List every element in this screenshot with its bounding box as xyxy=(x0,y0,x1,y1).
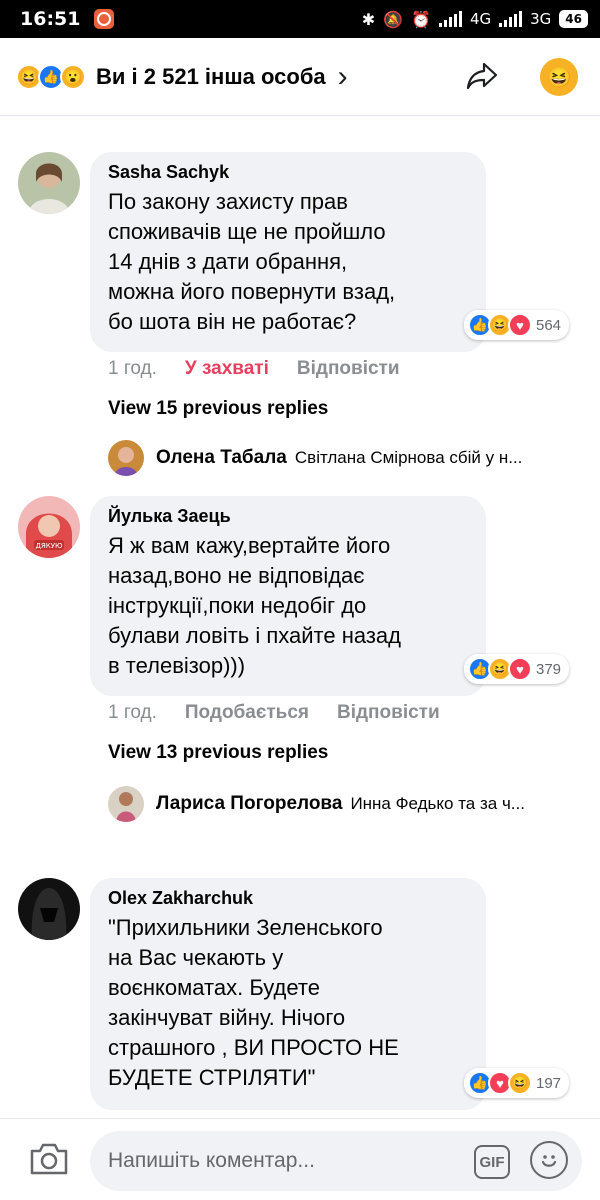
comment-time[interactable]: 1 год. xyxy=(108,358,157,380)
comment-actions: 1 год. У захваті Відповісти xyxy=(108,358,400,380)
latest-reply[interactable]: Олена Табала Світлана Смірнова сбій у н.… xyxy=(108,440,588,476)
sticker-icon[interactable] xyxy=(530,1141,568,1179)
gif-button[interactable]: GIF xyxy=(474,1145,510,1179)
love-icon: ♥ xyxy=(508,657,532,681)
comment-bubble[interactable]: Йулька Заець Я ж вам кажу,вертайте його … xyxy=(90,496,486,696)
status-indicators: ✱ 🔕 ⏰ 4G 3G 46 xyxy=(362,10,588,29)
comment-author[interactable]: Olex Zakharchuk xyxy=(108,888,468,909)
comment-text: По закону захисту прав споживачів ще не … xyxy=(108,189,396,334)
avatar-caption: ДЯКУЮ xyxy=(35,542,63,550)
react-button[interactable]: У захваті xyxy=(185,358,269,380)
avatar[interactable] xyxy=(18,152,80,214)
signal-icon xyxy=(438,11,462,27)
app-notification-icon xyxy=(94,9,115,29)
alarm-icon: ⏰ xyxy=(411,9,431,29)
bluetooth-icon: ✱ xyxy=(361,9,376,29)
comment-bubble[interactable]: Olex Zakharchuk "Прихильники Зеленського… xyxy=(90,878,486,1110)
comment-time[interactable]: 1 год. xyxy=(108,702,157,724)
reactions-header: 😆 👍 😮 Ви і 2 521 інша особа › 😆 xyxy=(0,38,600,116)
reply-button[interactable]: Відповісти xyxy=(297,358,400,380)
reaction-count-pill[interactable]: 👍 😆 ♥ 564 xyxy=(464,310,570,340)
avatar[interactable] xyxy=(18,878,80,940)
mute-icon: 🔕 xyxy=(383,9,404,29)
haha-react-button[interactable]: 😆 xyxy=(540,58,578,96)
reply-author[interactable]: Олена Табала xyxy=(156,447,287,469)
network-type-2: 3G xyxy=(530,10,552,28)
view-previous-replies[interactable]: View 15 previous replies xyxy=(108,398,328,420)
reply-avatar[interactable] xyxy=(108,440,144,476)
status-bar: 16:51 ✱ 🔕 ⏰ 4G 3G 46 xyxy=(0,0,600,38)
latest-reply[interactable]: Лариса Погорелова Инна Федько та за ч... xyxy=(108,786,588,822)
comment-actions: 1 год. Подобається Відповісти xyxy=(108,702,440,724)
love-icon: ♥ xyxy=(508,313,532,337)
reply-button[interactable]: Відповісти xyxy=(337,702,440,724)
battery-icon: 46 xyxy=(559,10,588,28)
comment-author[interactable]: Sasha Sachyk xyxy=(108,162,468,183)
reaction-count-pill[interactable]: 👍 ♥ 😆 197 xyxy=(464,1068,570,1098)
comment-text: "Прихильники Зеленського на Вас чекають … xyxy=(108,915,399,1090)
comment-text: Я ж вам кажу,вертайте його назад,воно не… xyxy=(108,533,402,678)
like-button[interactable]: Подобається xyxy=(185,702,309,724)
comment-placeholder: Напишіть коментар... xyxy=(108,1149,315,1172)
reaction-count: 564 xyxy=(536,316,562,334)
comment-composer: Напишіть коментар... GIF xyxy=(0,1118,600,1200)
network-type-1: 4G xyxy=(469,10,492,28)
wow-icon: 😮 xyxy=(60,63,86,90)
camera-icon[interactable] xyxy=(28,1139,70,1179)
reply-text: Инна Федько та за ч... xyxy=(350,794,525,813)
reply-avatar[interactable] xyxy=(108,786,144,822)
share-icon[interactable] xyxy=(462,56,502,96)
reaction-summary[interactable]: 😆 👍 😮 xyxy=(16,63,86,90)
reply-text: Світлана Смірнова сбій у н... xyxy=(294,448,523,467)
reply-author[interactable]: Лариса Погорелова xyxy=(156,793,342,815)
haha-icon: 😆 xyxy=(508,1071,532,1095)
signal-icon-2 xyxy=(499,11,523,27)
status-time: 16:51 xyxy=(20,8,81,30)
comment-bubble[interactable]: Sasha Sachyk По закону захисту прав спож… xyxy=(90,152,486,352)
view-previous-replies[interactable]: View 13 previous replies xyxy=(108,742,328,764)
reaction-count: 197 xyxy=(536,1074,562,1092)
reactions-title[interactable]: Ви і 2 521 інша особа xyxy=(96,64,326,90)
avatar[interactable]: ДЯКУЮ xyxy=(18,496,80,558)
chevron-right-icon[interactable]: › xyxy=(338,61,348,92)
reaction-count-pill[interactable]: 👍 😆 ♥ 379 xyxy=(464,654,570,684)
reaction-count: 379 xyxy=(536,660,562,678)
comment-author[interactable]: Йулька Заець xyxy=(108,506,468,527)
